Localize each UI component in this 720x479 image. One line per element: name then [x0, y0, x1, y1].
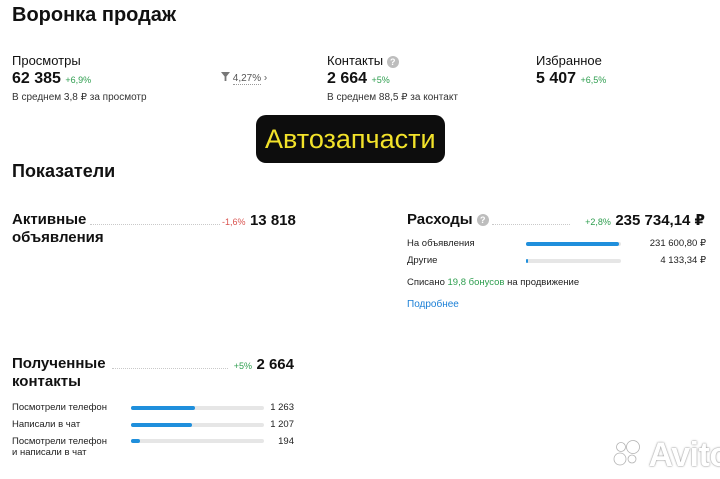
conversion-link[interactable]: 4,27% ›: [221, 72, 268, 85]
contacts-row-value: 1 207: [270, 419, 294, 430]
expenses-header: Расходы ?: [407, 211, 489, 229]
contacts-row-label: Посмотрели телефон и написали в чат: [12, 436, 107, 458]
active-ads-label-line2: объявления: [12, 229, 104, 246]
contacts-row-bar: [131, 439, 264, 443]
contacts-row-bar-fill: [131, 406, 195, 410]
contacts-header: Контакты ?: [327, 53, 399, 68]
chevron-right-icon: ›: [263, 72, 268, 84]
contacts-row-bar-fill: [131, 423, 193, 427]
favorites-metric: 5 407 +6,5%: [536, 70, 606, 88]
favorites-change: +6,5%: [580, 75, 607, 85]
contacts-row-bar: [131, 423, 264, 427]
indicators-title: Показатели: [12, 161, 116, 181]
contacts-row-value: 194: [278, 436, 294, 447]
help-icon[interactable]: ?: [476, 214, 489, 227]
received-contacts-value: 2 664: [256, 356, 294, 373]
details-link[interactable]: Подробнее: [407, 299, 459, 310]
avito-watermark: Avito: [612, 436, 720, 475]
dotted-leader: [492, 224, 570, 225]
contacts-row-label: Посмотрели телефон: [12, 402, 107, 413]
expenses-row-bar: [526, 242, 621, 246]
contacts-row-label: Написали в чат: [12, 419, 81, 430]
expenses-row-bar-fill: [526, 259, 528, 263]
bonus-note: Списано 19,8 бонусов на продвижение: [407, 277, 579, 288]
contacts-row-bar: [131, 406, 264, 410]
avito-watermark-text: Avito: [648, 436, 720, 474]
expenses-row-value: 4 133,34 ₽: [660, 255, 706, 266]
views-metric: 62 385 +6,9%: [12, 70, 91, 88]
views-change: +6,9%: [65, 75, 92, 85]
expenses-row-bar-fill: [526, 242, 620, 246]
contacts-label: Контакты: [327, 53, 384, 68]
dotted-leader: [112, 368, 228, 369]
dotted-leader: [90, 224, 220, 225]
expenses-label: Расходы: [407, 211, 473, 228]
expenses-row-label: На объявления: [407, 238, 475, 249]
contacts-row-label-line2: и написали в чат: [12, 447, 87, 458]
received-contacts-change: +5%: [233, 361, 252, 371]
help-icon[interactable]: ?: [386, 55, 399, 68]
category-banner: Автозапчасти: [256, 115, 445, 163]
contacts-row-value: 1 263: [270, 402, 294, 413]
active-ads-label-line1: Активные: [12, 211, 87, 228]
active-ads-value: 13 818: [249, 212, 296, 229]
expenses-change: +2,8%: [585, 217, 611, 227]
active-ads-label: Активные объявления: [12, 211, 104, 247]
expenses-row-label: Другие: [407, 255, 438, 266]
page-title: Воронка продаж: [12, 4, 177, 26]
bonus-amount: 19,8 бонусов: [447, 277, 505, 288]
favorites-value: 5 407: [536, 70, 577, 87]
funnel-icon: [221, 72, 230, 84]
favorites-label: Избранное: [536, 53, 602, 68]
contacts-metric: 2 664 +5%: [327, 70, 390, 88]
received-contacts-label: Полученные контакты: [12, 355, 106, 391]
bonus-prefix: Списано: [407, 277, 445, 288]
views-note: В среднем 3,8 ₽ за просмотр: [12, 92, 147, 103]
expenses-value: 235 734,14 ₽: [615, 212, 705, 229]
active-ads-metric: -1,6% 13 818: [222, 212, 296, 230]
received-contacts-metric: +5% 2 664: [222, 356, 294, 374]
conversion-value: 4,27%: [232, 72, 262, 85]
received-contacts-label-line2: контакты: [12, 373, 81, 390]
contacts-value: 2 664: [327, 70, 368, 87]
expenses-row-bar: [526, 259, 621, 263]
bonus-suffix: на продвижение: [507, 277, 580, 288]
expenses-metric: +2,8% 235 734,14 ₽: [569, 212, 705, 230]
contacts-note: В среднем 88,5 ₽ за контакт: [327, 92, 458, 103]
avito-logo-icon: [612, 438, 642, 473]
contacts-change: +5%: [371, 75, 390, 85]
active-ads-change: -1,6%: [222, 217, 246, 227]
views-value: 62 385: [12, 70, 61, 87]
received-contacts-label-line1: Полученные: [12, 355, 106, 372]
views-label: Просмотры: [12, 53, 81, 68]
expenses-row-value: 231 600,80 ₽: [649, 238, 706, 249]
contacts-row-bar-fill: [131, 439, 141, 443]
contacts-row-label-line1: Посмотрели телефон: [12, 436, 107, 447]
